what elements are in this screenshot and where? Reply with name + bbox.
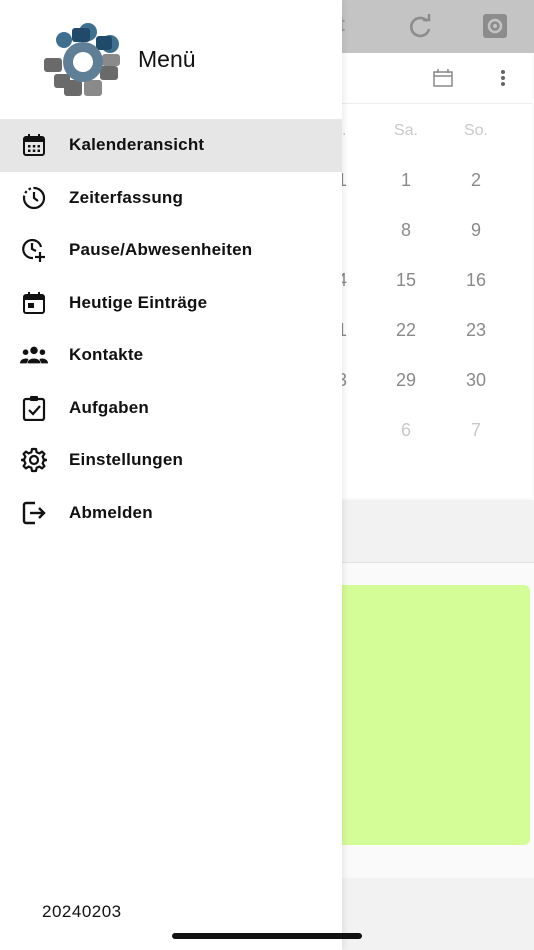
drawer-scrim[interactable] xyxy=(342,0,534,950)
menu-item-pause-abwesenheiten[interactable]: Pause/Abwesenheiten xyxy=(0,224,342,277)
history-icon xyxy=(20,184,48,212)
navigation-drawer: Menü Kalenderansicht Zeiterfassung Pause… xyxy=(0,0,342,950)
contacts-icon xyxy=(20,341,48,369)
calendar-icon xyxy=(20,131,48,159)
menu-item-aufgaben[interactable]: Aufgaben xyxy=(0,382,342,435)
menu-item-label: Kalenderansicht xyxy=(69,135,205,155)
menu-item-heutige-eintraege[interactable]: Heutige Einträge xyxy=(0,277,342,330)
home-indicator[interactable] xyxy=(172,933,362,939)
menu-item-kontakte[interactable]: Kontakte xyxy=(0,329,342,382)
menu-item-einstellungen[interactable]: Einstellungen xyxy=(0,434,342,487)
gear-icon xyxy=(20,446,48,474)
menu-item-label: Einstellungen xyxy=(69,450,184,470)
clock-plus-icon xyxy=(20,236,48,264)
menu-list: Kalenderansicht Zeiterfassung Pause/Abwe… xyxy=(0,119,342,539)
menu-item-abmelden[interactable]: Abmelden xyxy=(0,487,342,540)
menu-item-label: Heutige Einträge xyxy=(69,292,208,312)
calendar-today-icon xyxy=(20,289,48,317)
menu-item-label: Aufgaben xyxy=(69,397,149,417)
menu-item-label: Zeiterfassung xyxy=(69,187,184,207)
menu-item-zeiterfassung[interactable]: Zeiterfassung xyxy=(0,172,342,225)
version-label: 20240203 xyxy=(42,902,122,921)
menu-item-kalenderansicht[interactable]: Kalenderansicht xyxy=(0,119,342,172)
menu-item-label: Kontakte xyxy=(69,345,144,365)
logout-icon xyxy=(20,499,48,527)
menu-title: Menü xyxy=(138,46,196,72)
menu-item-label: Abmelden xyxy=(69,502,153,522)
clipboard-check-icon xyxy=(20,394,48,422)
app-logo xyxy=(40,22,126,98)
menu-item-label: Pause/Abwesenheiten xyxy=(69,240,253,260)
